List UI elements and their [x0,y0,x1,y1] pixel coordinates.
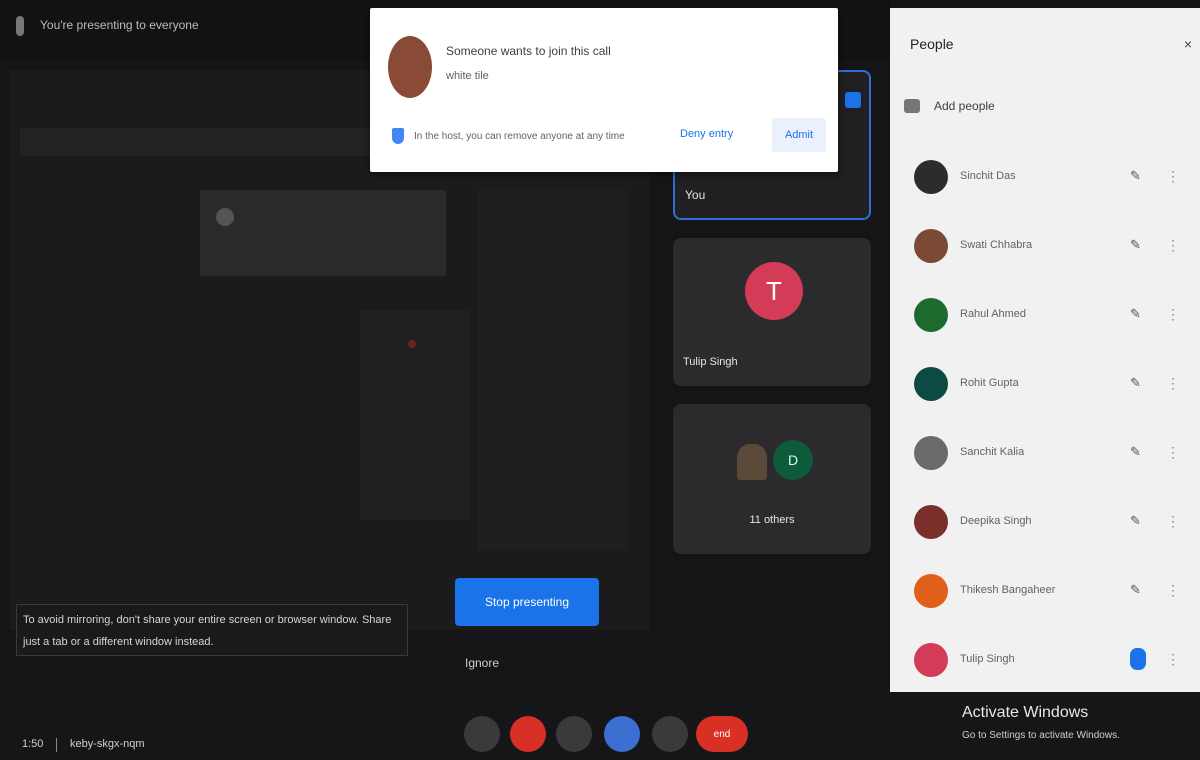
participant-row[interactable]: Sinchit Das ✎ ⋮ [904,158,1194,198]
avatar [388,36,432,98]
participant-name: Rahul Ahmed [960,308,1027,320]
avatar: T [745,262,803,320]
captions-button[interactable] [556,716,592,752]
avatar [914,505,948,539]
shared-dot-icon [216,208,234,226]
participant-name: Sinchit Das [960,170,1016,182]
mic-icon [16,16,24,36]
participant-row[interactable]: Tulip Singh ⋮ [904,641,1194,681]
mic-off-icon[interactable]: ✎ [1130,582,1142,598]
tile-tulip[interactable]: T Tulip Singh [673,238,871,386]
participant-name: Tulip Singh [960,653,1015,665]
avatar [914,160,948,194]
present-now-button[interactable] [604,716,640,752]
more-vert-icon[interactable]: ⋮ [1166,513,1180,530]
more-vert-icon[interactable]: ⋮ [1166,375,1180,392]
presenting-text: You're presenting to everyone [40,18,199,32]
stop-presenting-button[interactable]: Stop presenting [455,578,599,626]
mic-active-icon[interactable] [1130,648,1146,670]
participant-name: Deepika Singh [960,515,1032,527]
participant-row[interactable]: Rahul Ahmed ✎ ⋮ [904,296,1194,336]
more-vert-icon[interactable]: ⋮ [1166,237,1180,254]
meeting-time: 1:50 [22,738,44,750]
people-title: People [910,36,954,52]
shared-card [200,190,446,276]
more-vert-icon[interactable]: ⋮ [1166,651,1180,668]
mic-off-icon[interactable]: ✎ [1130,237,1142,253]
mirror-warning: To avoid mirroring, don't share your ent… [16,604,408,656]
more-vert-icon[interactable]: ⋮ [1166,582,1180,599]
more-vert-icon[interactable]: ⋮ [1166,306,1180,323]
avatar [737,444,767,480]
mic-off-icon[interactable]: ✎ [1130,306,1142,322]
close-icon[interactable]: × [1184,36,1192,52]
mic-off-icon[interactable]: ✎ [1130,375,1142,391]
tile-others[interactable]: D 11 others [673,404,871,554]
add-person-icon [904,99,920,113]
avatar [914,229,948,263]
tile-others-label: 11 others [749,514,795,526]
join-request-dialog: Someone wants to join this call white ti… [370,8,838,172]
admit-button[interactable]: Admit [772,118,826,152]
join-request-name: white tile [446,70,489,82]
add-people-button[interactable]: Add people [904,94,995,118]
bottom-bar: 1:50 keby-skgx-nqm [0,692,1200,760]
avatar [914,643,948,677]
participant-row[interactable]: Rohit Gupta ✎ ⋮ [904,365,1194,405]
activate-windows-subtitle: Go to Settings to activate Windows. [962,730,1120,741]
deny-entry-button[interactable]: Deny entry [680,128,733,140]
camera-toggle-button[interactable] [510,716,546,752]
people-panel: People × Add people Sinchit Das ✎ ⋮ Swati C… [890,8,1200,692]
more-vert-icon[interactable]: ⋮ [1166,444,1180,461]
participant-row[interactable]: Sanchit Kalia ✎ ⋮ [904,434,1194,474]
tile-tulip-label: Tulip Singh [683,356,738,368]
participant-row[interactable]: Thikesh Bangaheer ✎ ⋮ [904,572,1194,612]
avatar [914,574,948,608]
avatar [914,298,948,332]
divider [56,738,57,752]
avatar [914,367,948,401]
avatar [914,436,948,470]
join-request-title: Someone wants to join this call [446,44,611,58]
join-request-hint: In the host, you can remove anyone at an… [414,131,625,142]
participant-name: Thikesh Bangaheer [960,584,1056,596]
participant-name: Sanchit Kalia [960,446,1025,458]
end-call-button[interactable]: end [696,716,748,752]
mic-off-icon[interactable]: ✎ [1130,513,1142,529]
add-people-label: Add people [934,99,995,113]
meeting-code: keby-skgx-nqm [70,738,145,750]
record-dot-icon [408,340,416,348]
shield-icon [392,128,404,144]
participant-name: Rohit Gupta [960,377,1019,389]
more-options-button[interactable] [652,716,688,752]
participant-name: Swati Chhabra [960,239,1033,251]
mic-off-icon[interactable]: ✎ [1130,168,1142,184]
more-vert-icon[interactable]: ⋮ [1166,168,1180,185]
activate-windows-title: Activate Windows [962,704,1089,721]
mic-toggle-button[interactable] [464,716,500,752]
participant-row[interactable]: Deepika Singh ✎ ⋮ [904,503,1194,543]
mic-off-icon[interactable]: ✎ [1130,444,1142,460]
shared-column [478,190,628,550]
tile-you-label: You [685,188,706,202]
pin-icon[interactable] [845,92,861,108]
participant-row[interactable]: Swati Chhabra ✎ ⋮ [904,227,1194,267]
ignore-button[interactable]: Ignore [465,656,499,670]
avatar: D [773,440,813,480]
